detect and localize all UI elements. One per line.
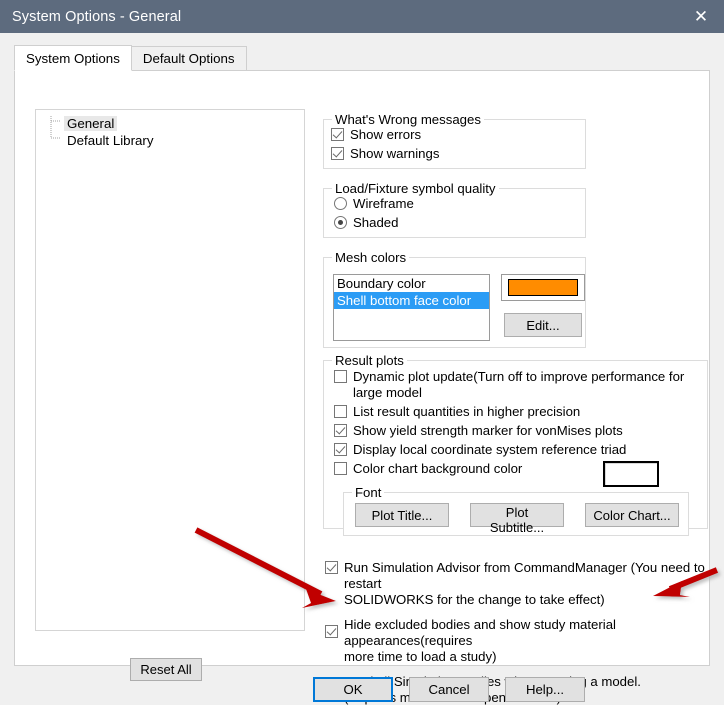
group-load-fixture-symbol-quality: Load/Fixture symbol quality Wireframe Sh…: [323, 181, 586, 238]
color-chart-background-label: Color chart background color: [353, 461, 523, 476]
reference-triad-label: Display local coordinate system referenc…: [353, 442, 627, 457]
dialog-body: System Options Default Options General D…: [0, 33, 724, 705]
tree-item-general[interactable]: General: [36, 115, 304, 132]
mesh-color-option-boundary[interactable]: Boundary color: [334, 275, 489, 292]
tab-strip: System Options Default Options: [14, 45, 247, 71]
window-title: System Options - General: [12, 8, 182, 25]
hide-excluded-bodies-checkbox-icon[interactable]: [325, 625, 338, 638]
show-errors-checkbox-icon[interactable]: [331, 128, 344, 141]
checkbox-reference-triad[interactable]: Display local coordinate system referenc…: [334, 442, 704, 458]
group-result-plots-legend: Result plots: [332, 353, 407, 368]
tab-default-options[interactable]: Default Options: [130, 46, 247, 71]
checkbox-hide-excluded-bodies[interactable]: Hide excluded bodies and show study mate…: [325, 617, 707, 665]
wireframe-label: Wireframe: [353, 196, 414, 211]
options-tree[interactable]: General Default Library: [35, 109, 305, 631]
group-symbol-quality-legend: Load/Fixture symbol quality: [332, 181, 499, 196]
group-whats-wrong-messages: What's Wrong messages Show errors Show w…: [323, 112, 586, 169]
checkbox-run-simulation-advisor[interactable]: Run Simulation Advisor from CommandManag…: [325, 560, 707, 608]
yield-strength-marker-checkbox-icon[interactable]: [334, 424, 347, 437]
group-font-legend: Font: [352, 485, 385, 500]
show-warnings-checkbox-icon[interactable]: [331, 147, 344, 160]
mesh-color-swatch-frame[interactable]: [501, 274, 585, 301]
cancel-button[interactable]: Cancel: [409, 677, 489, 702]
tab-system-options[interactable]: System Options: [14, 45, 132, 71]
reset-all-button[interactable]: Reset All: [130, 658, 202, 681]
dynamic-plot-update-label: Dynamic plot update(Turn off to improve …: [353, 369, 685, 400]
title-bar: System Options - General ✕: [0, 0, 724, 33]
group-mesh-colors-legend: Mesh colors: [332, 250, 410, 265]
group-font: Font Plot Title... Plot Subtitle... Colo…: [343, 485, 689, 536]
group-mesh-colors: Mesh colors Boundary color Shell bottom …: [323, 250, 586, 348]
radio-wireframe[interactable]: Wireframe: [334, 196, 414, 212]
higher-precision-label: List result quantities in higher precisi…: [353, 404, 581, 419]
tab-content-panel: General Default Library Reset All What's…: [14, 70, 710, 705]
reference-triad-checkbox-icon[interactable]: [334, 443, 347, 456]
mesh-color-option-shell-bottom[interactable]: Shell bottom face color: [334, 292, 489, 309]
tree-item-general-label: General: [64, 116, 118, 131]
show-warnings-label: Show warnings: [350, 146, 440, 161]
checkbox-show-errors[interactable]: Show errors: [331, 127, 439, 143]
dynamic-plot-update-checkbox-icon[interactable]: [334, 370, 347, 383]
tab-system-options-label: System Options: [26, 50, 120, 66]
group-result-plots: Result plots Dynamic plot update(Turn of…: [323, 353, 708, 536]
system-options-dialog: System Options - General ✕ System Option…: [0, 0, 724, 705]
plot-title-font-button[interactable]: Plot Title...: [355, 503, 449, 527]
edit-color-button[interactable]: Edit...: [504, 313, 582, 337]
run-simulation-advisor-label: Run Simulation Advisor from CommandManag…: [344, 560, 705, 607]
run-simulation-advisor-checkbox-icon[interactable]: [325, 561, 338, 574]
shaded-radio-icon[interactable]: [334, 216, 347, 229]
plot-subtitle-font-button[interactable]: Plot Subtitle...: [470, 503, 564, 535]
color-chart-background-swatch[interactable]: [603, 461, 659, 487]
show-errors-label: Show errors: [350, 127, 422, 142]
mesh-colors-list[interactable]: Boundary color Shell bottom face color: [333, 274, 490, 341]
help-button[interactable]: Help...: [505, 677, 585, 702]
close-icon[interactable]: ✕: [678, 0, 724, 33]
hide-excluded-bodies-label: Hide excluded bodies and show study mate…: [344, 617, 616, 664]
checkbox-yield-strength-marker[interactable]: Show yield strength marker for vonMises …: [334, 423, 704, 439]
tab-default-options-label: Default Options: [142, 51, 235, 66]
tree-item-default-library-label: Default Library: [67, 133, 154, 148]
checkbox-dynamic-plot-update[interactable]: Dynamic plot update(Turn off to improve …: [334, 369, 704, 401]
higher-precision-checkbox-icon[interactable]: [334, 405, 347, 418]
checkbox-show-warnings[interactable]: Show warnings: [331, 146, 439, 162]
yield-strength-marker-label: Show yield strength marker for vonMises …: [353, 423, 623, 438]
checkbox-higher-precision[interactable]: List result quantities in higher precisi…: [334, 404, 704, 420]
mesh-color-swatch[interactable]: [508, 279, 578, 296]
shaded-label: Shaded: [353, 215, 399, 230]
color-chart-background-checkbox-icon[interactable]: [334, 462, 347, 475]
radio-shaded[interactable]: Shaded: [334, 215, 414, 231]
group-whats-wrong-legend: What's Wrong messages: [332, 112, 484, 127]
ok-button[interactable]: OK: [313, 677, 393, 702]
tree-item-default-library[interactable]: Default Library: [36, 132, 304, 149]
color-chart-font-button[interactable]: Color Chart...: [585, 503, 679, 527]
wireframe-radio-icon[interactable]: [334, 197, 347, 210]
